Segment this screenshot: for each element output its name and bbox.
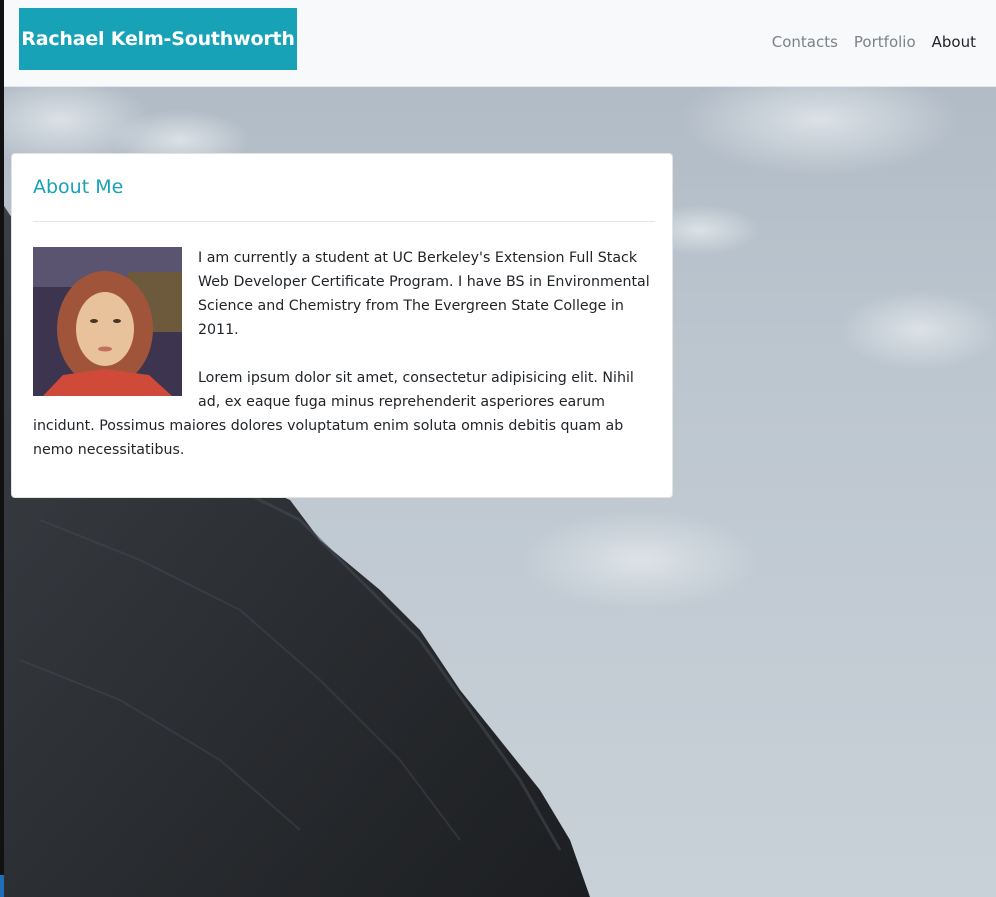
divider xyxy=(33,221,655,222)
window-edge-accent xyxy=(0,875,4,897)
nav-link-portfolio[interactable]: Portfolio xyxy=(854,33,916,51)
nav-links: Contacts Portfolio About xyxy=(772,33,976,51)
about-title: About Me xyxy=(33,176,124,198)
brand-logo[interactable]: Rachael Kelm-Southworth xyxy=(19,8,297,70)
nav-link-contacts[interactable]: Contacts xyxy=(772,33,838,51)
about-card: About Me I am currently a student at UC xyxy=(11,153,673,498)
window-edge xyxy=(0,0,4,897)
navbar: Rachael Kelm-Southworth Contacts Portfol… xyxy=(4,0,996,87)
about-body: I am currently a student at UC Berkeley'… xyxy=(33,246,653,462)
profile-photo xyxy=(33,247,182,396)
nav-link-about[interactable]: About xyxy=(932,33,976,51)
